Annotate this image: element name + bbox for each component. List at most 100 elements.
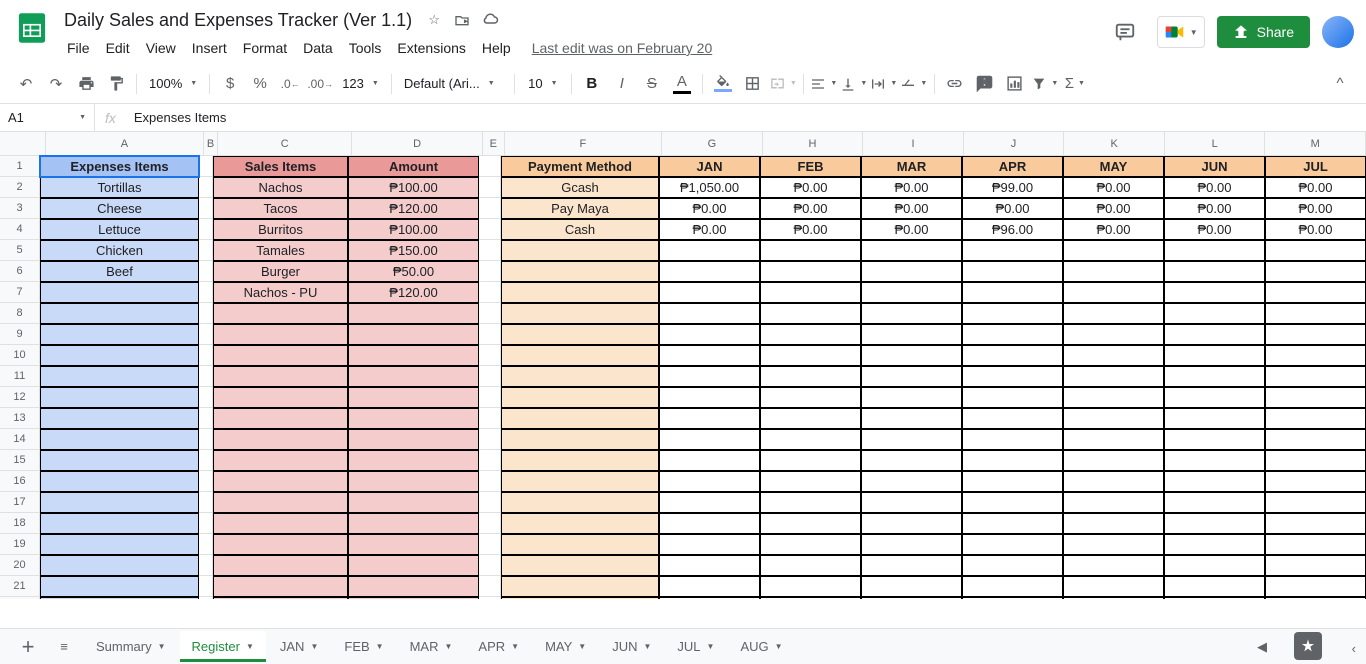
cell[interactable]: [199, 597, 213, 599]
cell[interactable]: [479, 303, 501, 324]
row-header-1[interactable]: 1: [0, 156, 39, 177]
side-panel-icon[interactable]: ‹: [1352, 641, 1356, 656]
cell[interactable]: [199, 198, 213, 219]
cell[interactable]: [760, 324, 861, 345]
cell[interactable]: [501, 282, 659, 303]
cell[interactable]: [1265, 555, 1366, 576]
tab-dropdown-icon[interactable]: ▼: [643, 642, 651, 651]
cell[interactable]: [501, 240, 659, 261]
cell[interactable]: [962, 324, 1063, 345]
cell[interactable]: [199, 156, 213, 177]
cell[interactable]: [199, 387, 213, 408]
cell[interactable]: [1265, 513, 1366, 534]
cell[interactable]: [1265, 282, 1366, 303]
cell[interactable]: [40, 282, 199, 303]
col-header-K[interactable]: K: [1064, 132, 1165, 155]
cell[interactable]: ₱120.00: [348, 198, 479, 219]
cell[interactable]: [501, 492, 659, 513]
last-edit-link[interactable]: Last edit was on February 20: [532, 40, 713, 56]
cell[interactable]: [1063, 324, 1164, 345]
row-header-10[interactable]: 10: [0, 345, 39, 366]
row-header-11[interactable]: 11: [0, 366, 39, 387]
cell[interactable]: [1164, 345, 1265, 366]
cell[interactable]: [1063, 408, 1164, 429]
cell[interactable]: [861, 366, 962, 387]
cell[interactable]: [199, 408, 213, 429]
cell[interactable]: [40, 429, 199, 450]
col-header-I[interactable]: I: [863, 132, 964, 155]
meet-button[interactable]: ▼: [1157, 16, 1205, 48]
cell[interactable]: [760, 555, 861, 576]
cell[interactable]: [1265, 429, 1366, 450]
cell[interactable]: [213, 387, 348, 408]
col-header-H[interactable]: H: [763, 132, 864, 155]
cell[interactable]: [1265, 240, 1366, 261]
sheet-tab-apr[interactable]: APR▼: [466, 631, 531, 662]
more-formats-button[interactable]: 123: [336, 70, 385, 98]
cell[interactable]: [861, 534, 962, 555]
paint-format-button[interactable]: [102, 70, 130, 98]
cell[interactable]: [861, 576, 962, 597]
cell[interactable]: [1063, 555, 1164, 576]
cell[interactable]: [348, 303, 479, 324]
select-all-corner[interactable]: [0, 132, 46, 155]
cell[interactable]: [659, 366, 760, 387]
cell[interactable]: [213, 555, 348, 576]
cell[interactable]: [1164, 555, 1265, 576]
currency-button[interactable]: $: [216, 70, 244, 98]
text-color-button[interactable]: A: [668, 70, 696, 98]
row-header-7[interactable]: 7: [0, 282, 39, 303]
cell[interactable]: [760, 366, 861, 387]
cell[interactable]: [501, 429, 659, 450]
cell[interactable]: [659, 303, 760, 324]
cell[interactable]: ₱1,050.00: [659, 177, 760, 198]
cell[interactable]: ₱0.00: [962, 198, 1063, 219]
col-header-A[interactable]: A: [46, 132, 204, 155]
cell[interactable]: [213, 408, 348, 429]
cell[interactable]: [479, 429, 501, 450]
row-header-14[interactable]: 14: [0, 429, 39, 450]
cell[interactable]: [1164, 324, 1265, 345]
cell[interactable]: Nachos - PU: [213, 282, 348, 303]
account-avatar[interactable]: [1322, 16, 1354, 48]
font-select[interactable]: Default (Ari...: [398, 70, 508, 98]
cell[interactable]: [199, 303, 213, 324]
sheet-tab-aug[interactable]: AUG▼: [728, 631, 794, 662]
cell[interactable]: [861, 597, 962, 599]
cell[interactable]: [861, 240, 962, 261]
print-button[interactable]: [72, 70, 100, 98]
cell[interactable]: [861, 492, 962, 513]
cell[interactable]: [861, 387, 962, 408]
cell[interactable]: [861, 471, 962, 492]
cell[interactable]: [199, 261, 213, 282]
cell[interactable]: [1265, 366, 1366, 387]
cell[interactable]: [213, 366, 348, 387]
cell[interactable]: [213, 492, 348, 513]
cell[interactable]: [199, 240, 213, 261]
cell[interactable]: [479, 471, 501, 492]
menu-edit[interactable]: Edit: [99, 36, 137, 60]
cell[interactable]: [861, 345, 962, 366]
cell[interactable]: Cash: [501, 219, 659, 240]
cell[interactable]: [1063, 345, 1164, 366]
chart-button[interactable]: [1001, 70, 1029, 98]
row-header-13[interactable]: 13: [0, 408, 39, 429]
cell[interactable]: [1164, 513, 1265, 534]
comments-icon[interactable]: [1105, 12, 1145, 52]
cell[interactable]: [1265, 387, 1366, 408]
cell[interactable]: [199, 429, 213, 450]
cell[interactable]: [479, 261, 501, 282]
cell[interactable]: JUL: [1265, 156, 1366, 177]
col-header-G[interactable]: G: [662, 132, 763, 155]
row-header-20[interactable]: 20: [0, 555, 39, 576]
comment-button[interactable]: [971, 70, 999, 98]
cell[interactable]: [1063, 240, 1164, 261]
tab-dropdown-icon[interactable]: ▼: [246, 642, 254, 651]
cell[interactable]: ₱0.00: [760, 219, 861, 240]
cell[interactable]: [348, 450, 479, 471]
cell[interactable]: Chicken: [40, 240, 199, 261]
cell[interactable]: [1265, 408, 1366, 429]
col-header-B[interactable]: B: [204, 132, 218, 155]
cell[interactable]: [1164, 576, 1265, 597]
sheet-tab-register[interactable]: Register▼: [180, 631, 266, 662]
